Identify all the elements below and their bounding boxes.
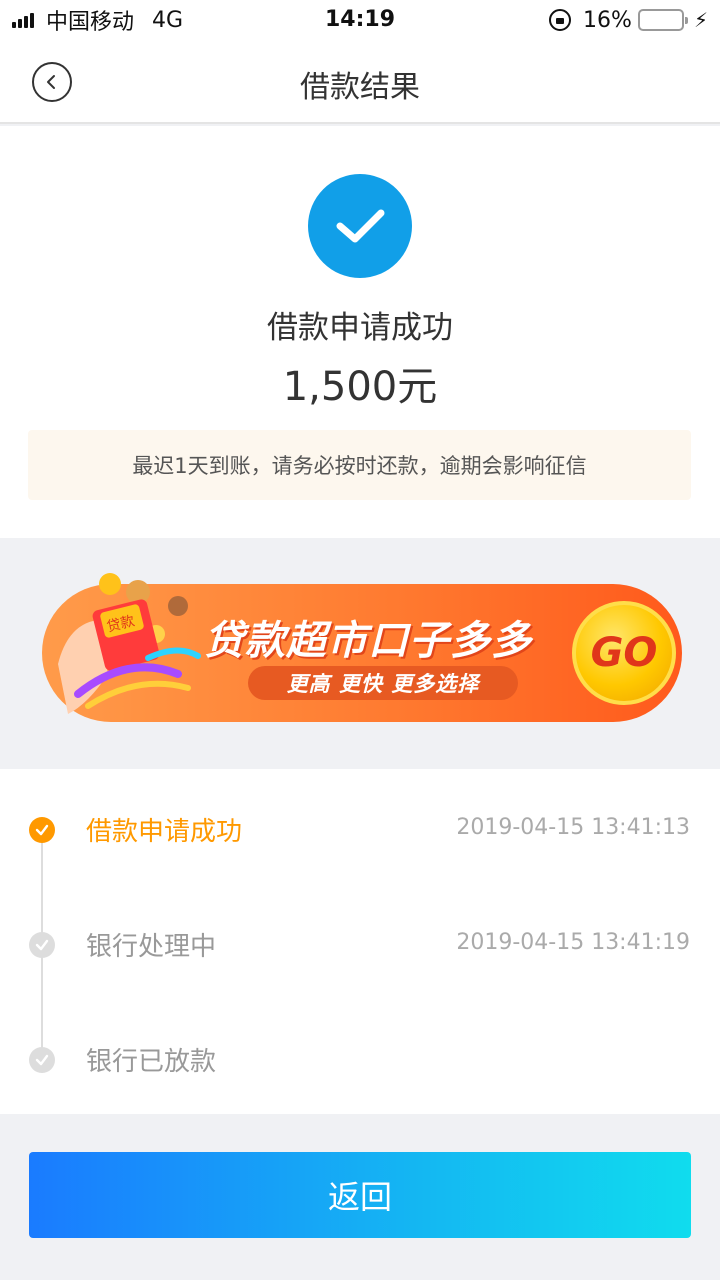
status-left: 中国移动 4G [12, 0, 183, 40]
checkmark-icon [336, 209, 385, 243]
step-check-icon [29, 1047, 55, 1073]
nav-bar: 借款结果 [0, 40, 720, 124]
step-check-icon [29, 932, 55, 958]
success-check-icon [308, 174, 412, 278]
orientation-lock-icon [549, 9, 572, 31]
banner-area: 贷款 贷款超市口子多多 更高 更快 更多选择 GO [0, 538, 720, 769]
network-type: 4G [152, 7, 184, 33]
carrier-name: 中国移动 [46, 10, 135, 35]
status-right: 16% ⚡ [549, 0, 708, 40]
repayment-notice: 最迟1天到账，请务必按时还款，逾期会影响征信 [28, 430, 691, 500]
go-label: GO [590, 630, 658, 676]
page-title: 借款结果 [300, 70, 420, 105]
hand-envelope-illustration: 贷款 [58, 573, 201, 714]
progress-timeline: 借款申请成功 2019-04-15 13:41:13 银行处理中 2019-04-15… [0, 769, 720, 1114]
timeline-label: 借款申请成功 [86, 817, 243, 847]
timeline-label: 银行已放款 [86, 1047, 217, 1077]
return-button[interactable]: 返回 [29, 1152, 691, 1238]
timeline-time: 2019-04-15 13:41:13 [456, 815, 690, 840]
step-check-icon [29, 817, 55, 843]
signal-icon [12, 12, 36, 28]
banner-subtitle: 更高 更快 更多选择 [248, 666, 518, 700]
timeline-item: 银行处理中 2019-04-15 13:41:19 [0, 924, 720, 964]
timeline-time: 2019-04-15 13:41:19 [456, 930, 690, 955]
result-title: 借款申请成功 [267, 310, 453, 346]
loan-market-banner[interactable]: 贷款 贷款超市口子多多 更高 更快 更多选择 GO [42, 573, 682, 722]
banner-title: 贷款超市口子多多 [204, 618, 532, 664]
loan-amount: 1,500元 [282, 364, 438, 410]
timeline-label: 银行处理中 [86, 932, 217, 962]
battery-percent: 16% [583, 7, 632, 33]
go-button[interactable]: GO [572, 601, 676, 705]
timeline-item: 借款申请成功 2019-04-15 13:41:13 [0, 809, 720, 849]
result-section: 借款申请成功 1,500元 最迟1天到账，请务必按时还款，逾期会影响征信 [0, 126, 720, 538]
status-bar: 中国移动 4G 14:19 16% ⚡ [0, 0, 720, 40]
charging-bolt-icon: ⚡ [693, 8, 708, 32]
battery-icon [637, 9, 688, 31]
timeline-item: 银行已放款 [0, 1039, 720, 1079]
